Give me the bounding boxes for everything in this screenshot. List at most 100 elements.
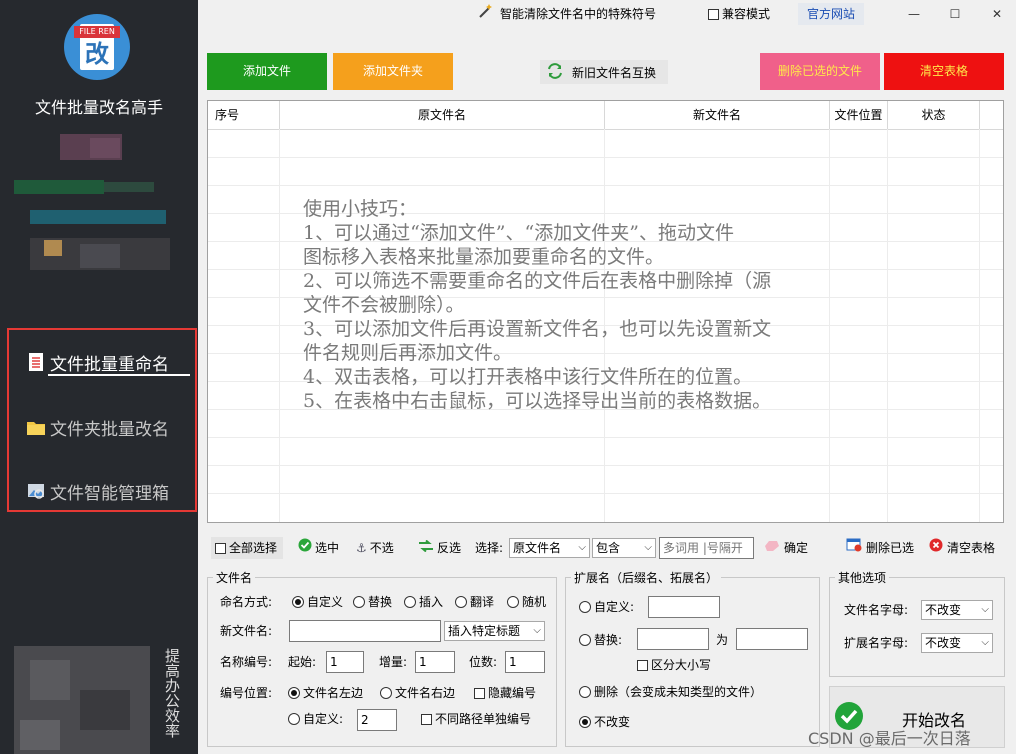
chevron-down-icon: ⌵ [533,625,541,636]
confirm-button[interactable]: 确定 [764,537,808,559]
logo-char: 改 [85,40,109,68]
digits-label: 位数: [469,655,498,669]
filename-group-title: 文件名 [213,569,256,586]
document-icon [26,352,46,372]
insert-title-select[interactable]: 插入特定标题 ⌵ [444,621,545,641]
nav-active-underline [48,374,190,376]
column-header-index[interactable]: 序号 [208,101,280,129]
checkbox-box [421,713,432,725]
maximize-button[interactable]: ☐ [943,3,967,25]
ext-radio-no-change[interactable]: 不改变 [579,712,630,732]
tip-line: 件名规则后再添加文件。 [303,342,513,364]
nav-item-file-rename[interactable]: 文件批量重命名 [26,348,169,376]
nav-item-file-manager[interactable]: 文件智能管理箱 [26,477,169,505]
app-logo: FILE REN 改 [64,14,130,80]
radio-dot [404,596,416,608]
digits-input[interactable]: 1 [505,651,545,673]
ext-replace-from-input[interactable] [637,628,709,650]
other-options-group [829,577,1005,677]
deselect-button[interactable]: ⚓ 不选 [356,537,394,559]
app-name: 文件批量改名高手 [34,98,163,117]
swap-names-label: 新旧文件名互换 [572,65,657,80]
custom-position-label: 自定义: [303,712,344,726]
match-select[interactable]: 包含 ⌵ [592,538,656,558]
nav-label: 文件批量重命名 [50,354,169,375]
close-button[interactable]: ✕ [985,3,1009,25]
mode-option-label: 随机 [522,595,547,609]
case-sensitive-checkbox[interactable]: 区分大小写 [637,655,711,675]
mode-option-label: 翻译 [470,595,495,609]
ext-replace-to-input[interactable] [736,628,808,650]
mode-radio-custom[interactable]: 自定义 [292,592,343,612]
tip-line: 图标移入表格来批量添加要重命名的文件。 [303,246,665,268]
select-label: 选中 [315,541,340,555]
filename-letters-label: 文件名字母: [844,603,909,617]
official-site-link[interactable]: 官方网站 [798,3,864,25]
column-header-new-name[interactable]: 新文件名 [605,101,830,129]
deselect-label: 不选 [369,541,394,555]
extension-group-title: 扩展名（后缀名、拓展名） [571,569,722,586]
custom-position-input[interactable]: 2 [357,709,397,731]
select-all-label: 全部选择 [229,541,278,555]
ext-radio-replace[interactable]: 替换: [579,630,622,650]
invert-button[interactable]: 反选 [418,537,461,559]
ext-custom-input[interactable] [648,596,720,618]
close-circle-icon [929,537,943,559]
mode-radio-insert[interactable]: 插入 [404,592,443,612]
field-select[interactable]: 原文件名 ⌵ [509,538,590,558]
mode-radio-replace[interactable]: 替换 [353,592,392,612]
tip-line: 使用小技巧： [303,198,418,220]
position-option-label: 文件名左边 [303,686,364,700]
invert-label: 反选 [437,541,462,555]
delete-selected-button[interactable]: 删除已选的文件 [760,53,880,90]
mode-radio-translate[interactable]: 翻译 [455,592,494,612]
keyword-input[interactable] [659,537,754,559]
add-file-button[interactable]: 添加文件 [207,53,327,90]
clear-table-small-button[interactable]: 清空表格 [929,537,995,559]
column-header-location[interactable]: 文件位置 [830,101,888,129]
delete-checked-button[interactable]: 删除已选 [846,537,914,559]
ext-radio-custom[interactable]: 自定义: [579,597,634,617]
position-radio-right[interactable]: 文件名右边 [380,683,455,703]
insert-title-value: 插入特定标题 [448,624,521,638]
confirm-label: 确定 [784,541,809,555]
start-input[interactable]: 1 [326,651,364,673]
clear-table-button[interactable]: 清空表格 [884,53,1004,90]
new-name-input[interactable] [289,620,441,642]
usage-tips: 使用小技巧： 1、可以通过“添加文件”、“添加文件夹”、拖动文件 图标移入表格来… [303,197,903,413]
column-header-original-name[interactable]: 原文件名 [280,101,605,129]
ext-replace-label: 替换: [594,633,623,647]
ext-letters-select[interactable]: 不改变 ⌵ [921,633,993,653]
separate-path-checkbox[interactable]: 不同路径单独编号 [421,709,531,729]
add-folder-button[interactable]: 添加文件夹 [333,53,453,90]
chevron-down-icon: ⌵ [981,637,989,648]
window-delete-icon [846,537,862,559]
position-radio-custom[interactable]: 自定义: [288,709,343,729]
minimize-button[interactable]: — [902,3,926,25]
position-radio-left[interactable]: 文件名左边 [288,683,363,703]
hide-number-checkbox[interactable]: 隐藏编号 [474,683,536,703]
select-all-checkbox[interactable]: 全部选择 [211,537,284,559]
check-circle-icon [298,537,312,559]
tip-line: 4、双击表格，可以打开表格中该行文件所在的位置。 [303,366,753,388]
filename-letters-select[interactable]: 不改变 ⌵ [921,600,993,620]
mode-radio-random[interactable]: 随机 [507,592,546,612]
swap-names-button[interactable]: 新旧文件名互换 [540,60,668,84]
checkbox-box [215,542,226,554]
case-sensitive-label: 区分大小写 [651,658,712,672]
step-input[interactable]: 1 [415,651,455,673]
position-option-label: 文件名右边 [395,686,456,700]
nav-item-folder-rename[interactable]: 文件夹批量改名 [26,413,169,441]
field-select-value: 原文件名 [513,541,562,555]
select-button[interactable]: 选中 [298,537,339,559]
radio-dot [353,596,365,608]
other-options-title: 其他选项 [835,569,890,586]
ext-radio-delete[interactable]: 删除（会变成未知类型的文件） [579,682,762,702]
special-chars-button[interactable]: 智能清除文件名中的特殊符号 [478,3,656,25]
compat-mode-checkbox[interactable]: 兼容模式 [708,3,770,25]
title-bar: 智能清除文件名中的特殊符号 兼容模式 官方网站 — ☐ ✕ [198,0,1016,28]
step-label: 增量: [379,655,408,669]
column-header-status[interactable]: 状态 [888,101,980,129]
ext-letters-label: 扩展名字母: [844,636,909,650]
separate-path-label: 不同路径单独编号 [435,712,532,726]
